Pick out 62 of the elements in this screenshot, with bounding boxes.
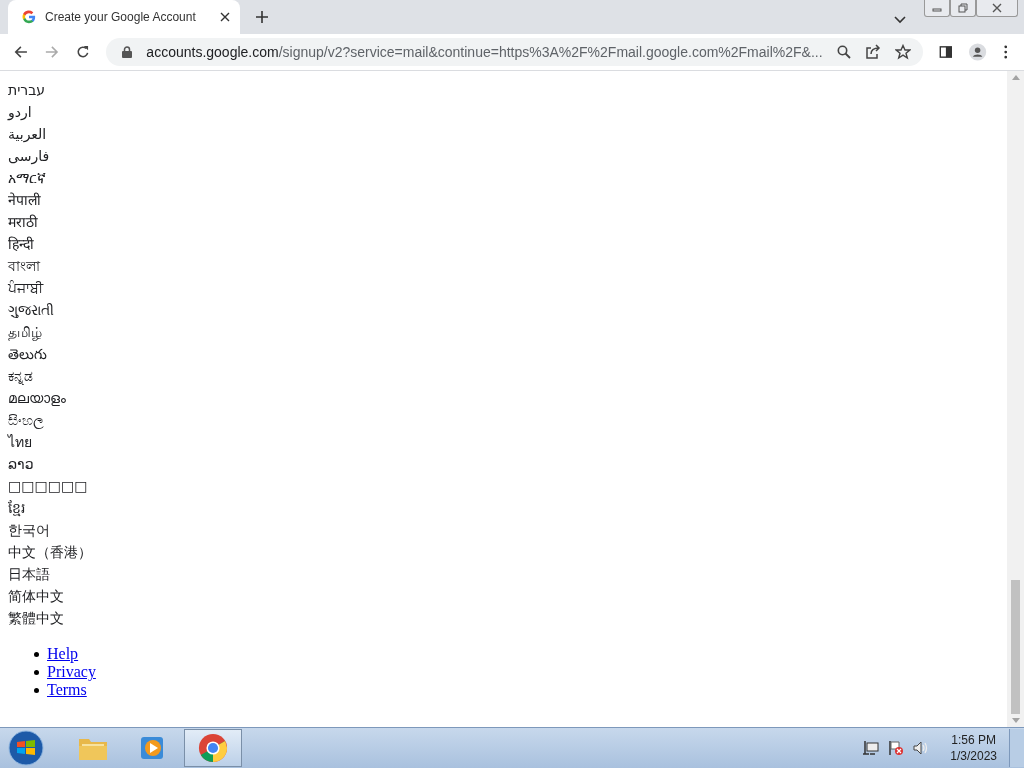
language-option[interactable]: ಕನ್ನಡ (8, 365, 999, 387)
side-panel-icon[interactable] (938, 44, 953, 60)
google-logo-icon (22, 10, 36, 24)
close-icon[interactable] (220, 12, 230, 22)
language-option[interactable]: తెలుగు (8, 343, 999, 365)
chrome-taskbar-button[interactable] (184, 729, 242, 767)
language-option[interactable]: සිංහල (8, 409, 999, 431)
language-option[interactable]: ไทย (8, 431, 999, 453)
language-option[interactable]: 中文（香港） (8, 541, 999, 563)
language-option[interactable]: 简体中文 (8, 585, 999, 607)
volume-icon[interactable] (913, 740, 930, 756)
language-option[interactable]: हिन्दी (8, 233, 999, 255)
profile-icon[interactable] (969, 42, 987, 62)
language-option[interactable]: मराठी (8, 211, 999, 233)
footer-link[interactable]: Terms (47, 681, 87, 699)
language-option[interactable]: فارسی (8, 145, 999, 167)
close-window-button[interactable] (976, 0, 1018, 17)
language-option[interactable]: नेपाली (8, 189, 999, 211)
star-icon[interactable] (894, 44, 911, 60)
lock-icon (122, 46, 133, 58)
start-button[interactable] (8, 730, 44, 766)
language-option[interactable]: ລາວ (8, 453, 999, 475)
clock-date: 1/3/2023 (950, 748, 997, 764)
new-tab-icon[interactable] (256, 11, 268, 23)
footer-link[interactable]: Privacy (47, 663, 96, 681)
address-bar[interactable]: accounts.google.com/signup/v2?service=mail&continue=https%3A%2F%2Fmail.google.com%2Fmail%2F&... (106, 38, 923, 66)
restore-button[interactable] (950, 0, 976, 17)
language-option[interactable]: ਪੰਜਾਬੀ (8, 277, 999, 299)
bullet-icon (34, 687, 39, 693)
language-option[interactable]: □□□□□□ (8, 475, 999, 497)
browser-tab[interactable]: Create your Google Account (8, 0, 240, 34)
restore-icon (958, 3, 968, 13)
chrome-logo-icon (198, 733, 228, 763)
language-option[interactable]: 繁體中文 (8, 607, 999, 629)
menu-icon[interactable] (1003, 44, 1007, 60)
language-option[interactable]: አማርኛ (8, 167, 999, 189)
language-option[interactable]: العربية (8, 123, 999, 145)
bullet-icon (34, 669, 39, 675)
share-icon[interactable] (864, 44, 881, 60)
footer-link[interactable]: Help (47, 645, 79, 663)
url-text: accounts.google.com/signup/v2?service=mail&continue=https%3A%2F%2Fmail.google.com%2Fmail%2F&... (146, 44, 823, 60)
language-option[interactable]: اردو (8, 101, 999, 123)
language-option[interactable]: বাংলা (8, 255, 999, 277)
close-icon (992, 3, 1002, 13)
language-option[interactable]: 한국어 (8, 519, 999, 541)
clock-time: 1:56 PM (951, 732, 996, 748)
language-option[interactable]: 日本語 (8, 563, 999, 585)
clock[interactable]: 1:56 PM 1/3/2023 (950, 732, 997, 764)
language-option[interactable]: עברית (8, 79, 999, 101)
scrollbar[interactable] (1007, 71, 1024, 727)
language-option[interactable]: ગુજરાતી (8, 299, 999, 321)
bullet-icon (34, 651, 39, 657)
chevron-down-icon[interactable] (894, 16, 906, 24)
reload-icon[interactable] (75, 44, 90, 60)
language-option[interactable]: മലയാളം (8, 387, 999, 409)
search-icon[interactable] (836, 45, 851, 59)
flag-alert-icon[interactable] (888, 740, 905, 756)
language-option[interactable]: தமிழ் (8, 321, 999, 343)
language-option[interactable]: ខ្មែរ (8, 497, 999, 519)
network-icon[interactable] (863, 740, 880, 756)
scrollbar-thumb[interactable] (1011, 580, 1020, 714)
back-icon[interactable] (14, 44, 28, 60)
